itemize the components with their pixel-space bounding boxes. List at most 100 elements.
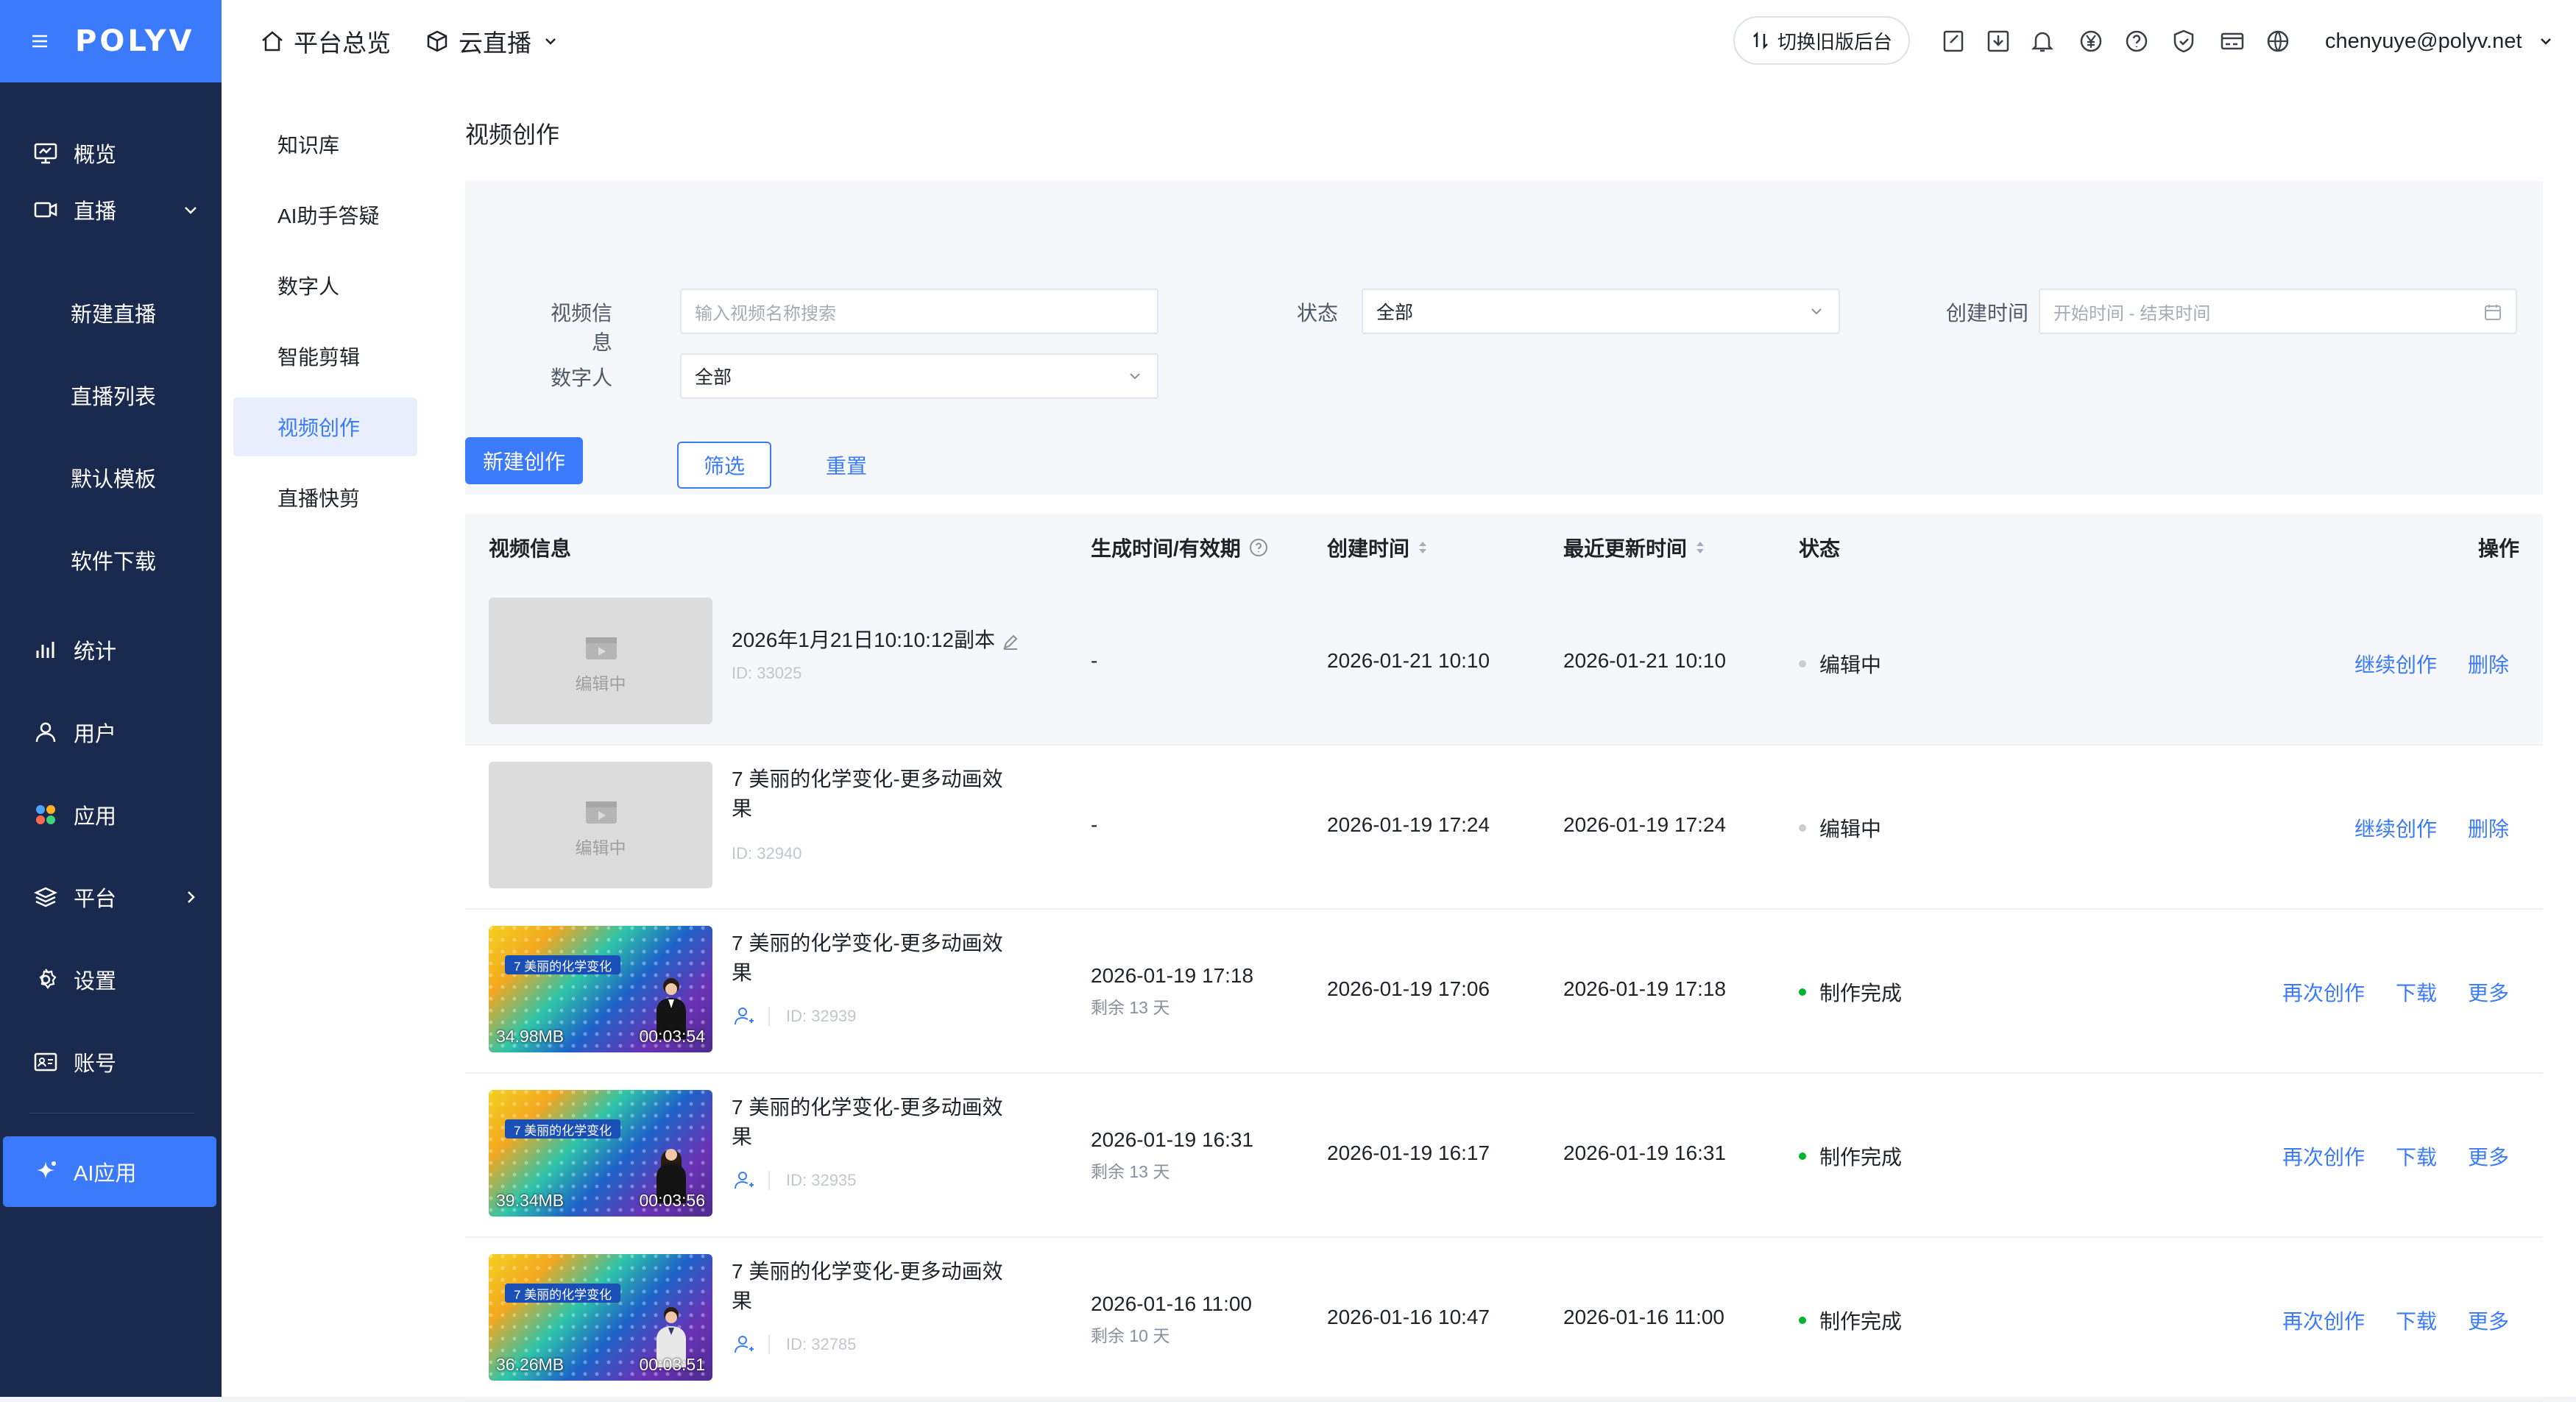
switch-old-console-button[interactable]: 切换旧版后台 [1733, 16, 1910, 65]
nav-label: 新建直播 [71, 303, 157, 327]
sparkle-icon [37, 1161, 56, 1179]
more-link[interactable]: 更多 [2468, 1306, 2509, 1335]
created-time-range-picker[interactable]: 开始时间 - 结束时间 [2039, 288, 2517, 334]
nav-label: 软件下载 [71, 550, 157, 574]
nav-apps[interactable]: 应用 [0, 782, 222, 848]
submenu-smart-editing[interactable]: 智能剪辑 [233, 327, 417, 386]
updated-time: 2026-01-16 11:00 [1563, 1306, 1724, 1328]
download-icon[interactable] [1985, 28, 2011, 54]
card-icon[interactable] [2219, 28, 2246, 54]
created-time-label: 创建时间 [1945, 302, 2028, 325]
video-thumbnail[interactable]: 编辑中 [489, 598, 712, 724]
submenu-video-creation[interactable]: 视频创作 [233, 397, 417, 456]
video-id: ID: 32939 [786, 1007, 857, 1025]
submenu-label: 知识库 [277, 134, 340, 157]
nav-platform[interactable]: 平台 [0, 864, 222, 930]
bell-icon[interactable] [2029, 28, 2056, 54]
continue-creation-link[interactable]: 继续创作 [2354, 813, 2437, 843]
gear-icon [32, 966, 59, 993]
recreate-link[interactable]: 再次创作 [2282, 1306, 2365, 1335]
nav-new-live[interactable]: 新建直播 [0, 280, 222, 346]
video-thumbnail[interactable]: 编辑中 [489, 762, 712, 888]
nav-label: AI应用 [74, 1162, 137, 1186]
apps-icon [32, 801, 59, 828]
delete-link[interactable]: 删除 [2468, 813, 2509, 843]
updated-time: 2026-01-21 10:10 [1563, 649, 1727, 672]
video-thumbnail[interactable]: 7 美丽的化学变化 39.34MB 00:03:56 [489, 1090, 712, 1217]
edit-doc-icon[interactable] [1941, 28, 1967, 54]
submenu-label: 数字人 [277, 275, 340, 298]
col-updated-time[interactable]: 最近更新时间 [1563, 514, 1706, 581]
recreate-link[interactable]: 再次创作 [2282, 1141, 2365, 1171]
sort-icon [1419, 542, 1427, 553]
file-size: 36.26MB [496, 1355, 565, 1374]
digital-human-select[interactable]: 全部 [680, 353, 1158, 399]
row-actions: 再次创作 下载 更多 [2251, 977, 2509, 1007]
download-link[interactable]: 下载 [2396, 977, 2437, 1007]
submenu-live-clip[interactable]: 直播快剪 [233, 468, 417, 527]
pencil-icon[interactable] [1001, 632, 1020, 651]
reset-button[interactable]: 重置 [826, 442, 867, 489]
submenu-digital-human[interactable]: 数字人 [233, 256, 417, 315]
user-email: chenyuye@polyv.net [2325, 29, 2522, 53]
video-thumbnail[interactable]: 7 美丽的化学变化 34.98MB 00:03:54 [489, 926, 712, 1052]
chevron-down-icon [2540, 38, 2551, 45]
nav-account[interactable]: 账号 [0, 1029, 222, 1095]
secondary-menu: 知识库 AI助手答疑 数字人 智能剪辑 视频创作 直播快剪 [222, 82, 428, 1397]
delete-link[interactable]: 删除 [2468, 649, 2509, 679]
nav-cloud-live[interactable]: 云直播 [425, 0, 568, 82]
status-select[interactable]: 全部 [1362, 288, 1840, 334]
yen-icon[interactable] [2078, 28, 2104, 54]
download-link[interactable]: 下载 [2396, 1306, 2437, 1335]
video-id: ID: 32935 [786, 1171, 857, 1189]
nav-live[interactable]: 直播 [0, 177, 222, 243]
nav-live-list[interactable]: 直播列表 [0, 362, 222, 428]
left-nav: POLYV 概览 直播 新建直播 直播列表 默认模板 软件下载 统计 用户 应用… [0, 0, 222, 1397]
col-created-time[interactable]: 创建时间 [1327, 514, 1429, 581]
help-icon[interactable] [2123, 28, 2150, 54]
created-time: 2026-01-19 17:24 [1327, 813, 1490, 836]
status-label: 状态 [1296, 302, 1338, 325]
user-menu[interactable]: chenyuye@polyv.net [2325, 0, 2555, 82]
status-dot [1799, 1317, 1806, 1324]
nav-label: 设置 [74, 970, 117, 994]
top-header: 平台总览 云直播 切换旧版后台 chenyuye@polyv.net [222, 0, 2576, 83]
cube-icon [427, 30, 447, 52]
created-time: 2026-01-16 10:47 [1327, 1306, 1490, 1328]
nav-label: 云直播 [459, 29, 531, 57]
more-link[interactable]: 更多 [2468, 1141, 2509, 1171]
menu-icon[interactable] [29, 31, 50, 52]
nav-platform-overview[interactable]: 平台总览 [260, 0, 391, 82]
chevron-down-icon [1130, 373, 1140, 380]
shield-icon[interactable] [2170, 28, 2197, 54]
submenu-ai-assistant[interactable]: AI助手答疑 [233, 185, 417, 244]
more-link[interactable]: 更多 [2468, 977, 2509, 1007]
video-name-search-input[interactable]: 输入视频名称搜索 [680, 288, 1158, 334]
new-creation-button[interactable]: 新建创作 [465, 437, 583, 484]
continue-creation-link[interactable]: 继续创作 [2354, 649, 2437, 679]
video-thumbnail[interactable]: 7 美丽的化学变化 36.26MB 00:03:51 [489, 1254, 712, 1381]
video-id: ID: 33025 [732, 664, 802, 682]
nav-software-download[interactable]: 软件下载 [0, 527, 222, 593]
row-actions: 再次创作 下载 更多 [2251, 1141, 2509, 1171]
nav-default-template[interactable]: 默认模板 [0, 445, 222, 511]
nav-ai-apps[interactable]: AI应用 [3, 1136, 216, 1207]
globe-icon[interactable] [2265, 28, 2291, 54]
filter-button[interactable]: 筛选 [677, 442, 771, 489]
nav-users[interactable]: 用户 [0, 699, 222, 765]
bar-chart-icon [32, 637, 59, 663]
table-row: 编辑中 2026年1月21日10:10:12副本 ID: 33025 - 202… [465, 581, 2543, 746]
thumbnail-banner: 7 美丽的化学变化 [505, 1119, 621, 1139]
download-link[interactable]: 下载 [2396, 1141, 2437, 1171]
nav-settings[interactable]: 设置 [0, 946, 222, 1013]
row-actions: 继续创作 删除 [2324, 813, 2509, 843]
col-label: 创建时间 [1327, 537, 1410, 560]
submenu-knowledge-base[interactable]: 知识库 [233, 115, 417, 174]
help-icon[interactable] [1248, 537, 1269, 558]
nav-statistics[interactable]: 统计 [0, 617, 222, 683]
recreate-link[interactable]: 再次创作 [2282, 977, 2365, 1007]
status-dot [1799, 824, 1806, 832]
status-badge: 编辑中 [1799, 649, 1881, 679]
remaining-days: 剩余 10 天 [1091, 1326, 1170, 1345]
status-badge: 编辑中 [1799, 813, 1881, 843]
